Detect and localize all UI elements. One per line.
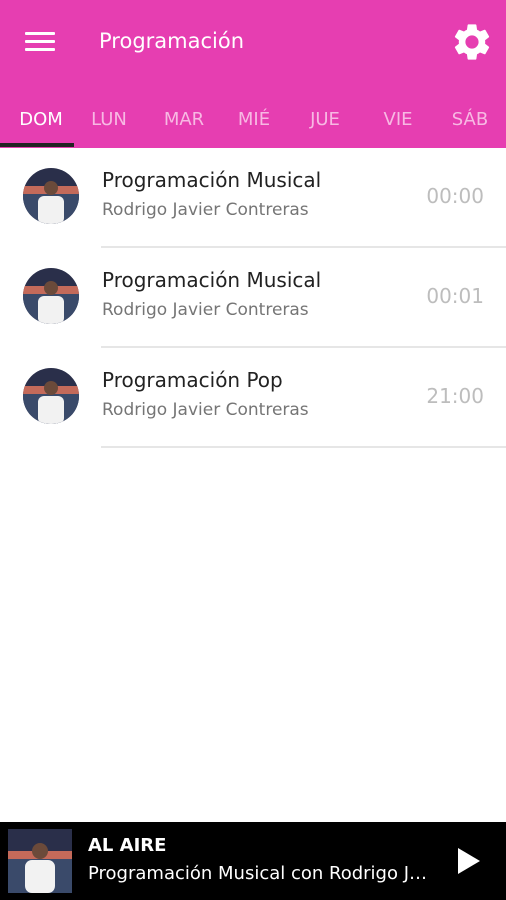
day-tabs: DOM LUN MAR MIÉ JUE VIE SÁB [0, 90, 506, 148]
tab-mie[interactable]: MIÉ [220, 90, 288, 148]
program-title: Programación Pop [102, 368, 283, 392]
program-title: Programación Musical [102, 268, 322, 292]
program-time: 00:00 [426, 184, 484, 208]
tab-jue[interactable]: JUE [290, 90, 360, 148]
program-host: Rodrigo Javier Contreras [102, 400, 309, 420]
play-icon[interactable] [450, 842, 486, 880]
list-item[interactable]: Programación Pop Rodrigo Javier Contrera… [0, 348, 506, 448]
now-playing-track: Programación Musical con Rodrigo Javier … [88, 863, 434, 884]
program-host: Rodrigo Javier Contreras [102, 200, 309, 220]
tab-mar[interactable]: MAR [148, 90, 220, 148]
list-item[interactable]: Programación Musical Rodrigo Javier Cont… [0, 148, 506, 248]
menu-icon[interactable] [22, 28, 58, 56]
app-bar: Programación DOM LUN MAR MIÉ JUE VIE SÁB [0, 0, 506, 148]
tab-lun[interactable]: LUN [74, 90, 144, 148]
now-playing-thumbnail [8, 829, 72, 893]
schedule-list: Programación Musical Rodrigo Javier Cont… [0, 148, 506, 448]
program-time: 00:01 [426, 284, 484, 308]
tab-dom[interactable]: DOM [0, 90, 82, 148]
avatar [23, 368, 79, 424]
tab-sab[interactable]: SÁB [434, 90, 506, 148]
tab-indicator [0, 143, 74, 147]
page-title: Programación [99, 29, 245, 53]
gear-icon[interactable] [450, 20, 494, 64]
program-host: Rodrigo Javier Contreras [102, 300, 309, 320]
list-item[interactable]: Programación Musical Rodrigo Javier Cont… [0, 248, 506, 348]
on-air-label: AL AIRE [88, 835, 167, 856]
program-time: 21:00 [426, 384, 484, 408]
tab-vie[interactable]: VIE [362, 90, 434, 148]
avatar [23, 268, 79, 324]
program-title: Programación Musical [102, 168, 322, 192]
now-playing-bar[interactable]: AL AIRE Programación Musical con Rodrigo… [0, 822, 506, 900]
divider [101, 446, 506, 448]
avatar [23, 168, 79, 224]
